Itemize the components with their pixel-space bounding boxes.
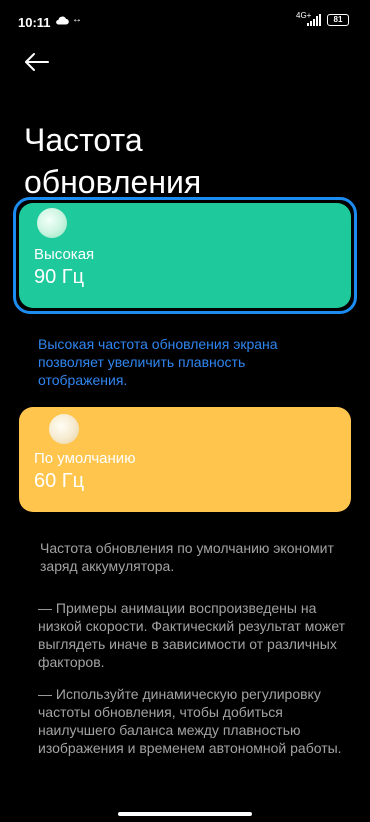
option-default-refresh-card[interactable]: По умолчанию 60 Гц [19,407,351,512]
high-refresh-description: Высокая частота обновления экрана позвол… [38,336,278,388]
animation-note: — Примеры анимации воспроизведены на низ… [38,600,346,670]
option-value: 60 Гц [34,470,85,492]
data-transfer-icon: ↔ [72,14,82,25]
arrow-left-icon [25,53,49,71]
cloud-icon [56,16,69,25]
bubble-icon [37,208,67,238]
default-refresh-description: Частота обновления по умолчанию экономит… [40,540,334,574]
signal-icon [307,14,321,26]
option-high-refresh-card[interactable]: Высокая 90 Гц [19,203,351,308]
bubble-icon [49,414,79,444]
option-value: 90 Гц [34,266,85,288]
page-title: Частота обновления [24,122,202,201]
option-label: Высокая [34,246,95,263]
status-bar: 10:11 ↔ 4G+ 81 [0,0,370,40]
dynamic-refresh-note: — Используйте динамическую регулировку ч… [38,686,342,756]
status-time: 10:11 [18,15,51,30]
back-button[interactable] [22,50,52,74]
home-indicator[interactable] [118,812,252,816]
option-label: По умолчанию [34,450,136,467]
battery-icon: 81 [327,14,349,26]
